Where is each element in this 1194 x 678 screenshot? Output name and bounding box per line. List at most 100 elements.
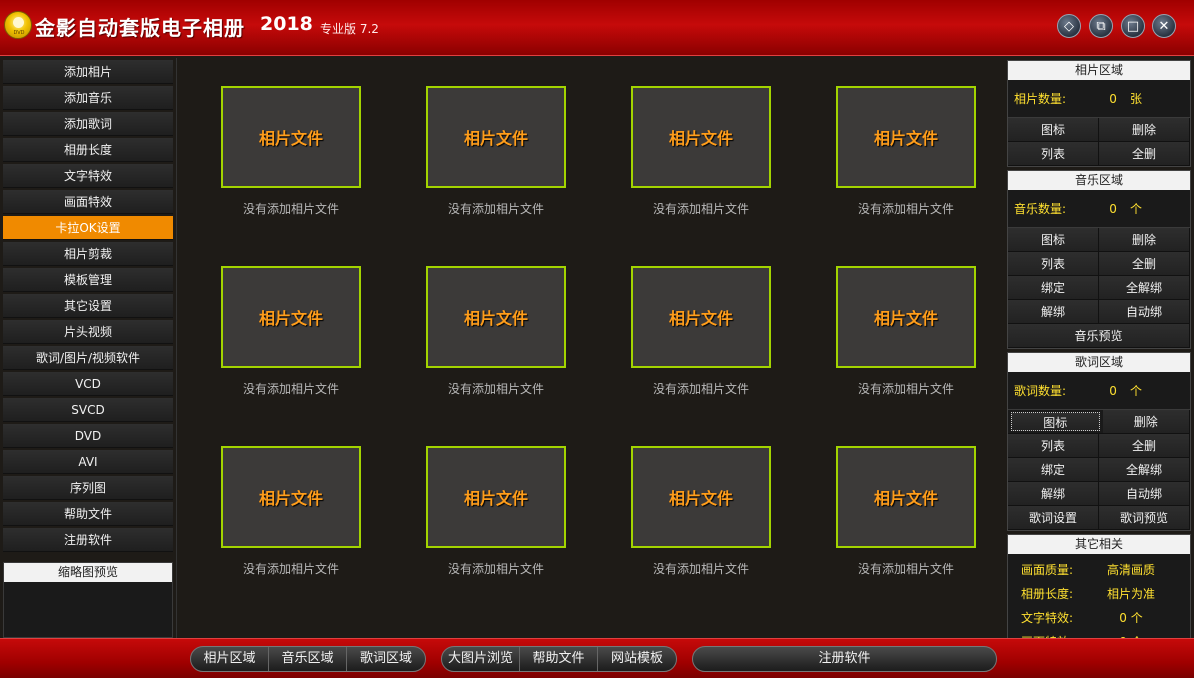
area-nav-group: 相片区域 音乐区域 歌词区域 (190, 646, 426, 672)
lyrics-btn[interactable]: 图标 (1011, 412, 1100, 431)
other-setting-value[interactable]: 相片为准 (1086, 585, 1176, 602)
music-btn[interactable]: 自动绑 (1099, 300, 1190, 323)
lyrics-area-button[interactable]: 歌词区域 (347, 647, 425, 671)
photo-slot[interactable]: 相片文件 (426, 266, 566, 368)
lyrics-btn[interactable]: 解绑 (1008, 482, 1099, 505)
restore-button[interactable]: ⧉ (1089, 14, 1113, 38)
music-section: 音乐区域 音乐数量: 0 个 图标 删除 列表 全删 绑定 全解绑 解绑 自动绑 音乐预览 (1007, 170, 1191, 349)
music-preview-button[interactable]: 音乐预览 (1008, 324, 1190, 347)
skin-button[interactable]: ◇ (1057, 14, 1081, 38)
sidebar-item[interactable]: 添加相片 (3, 60, 173, 84)
photo-slot-cell: 相片文件没有添加相片文件 (587, 86, 771, 217)
music-count-row: 音乐数量: 0 个 (1008, 190, 1190, 228)
sidebar-item[interactable]: 序列图 (3, 476, 173, 500)
sidebar-item[interactable]: 歌词/图片/视频软件 (3, 346, 173, 370)
photo-slot-caption: 没有添加相片文件 (447, 202, 544, 216)
sidebar-item[interactable]: 相片剪裁 (3, 242, 173, 266)
lyrics-btn[interactable]: 歌词预览 (1099, 506, 1190, 529)
photo-slot[interactable]: 相片文件 (836, 86, 976, 188)
photo-slot-cell: 相片文件 没有添加相片文件 (382, 446, 566, 577)
maximize-icon: □ (1126, 18, 1140, 34)
other-setting-key: 相册长度: (1020, 586, 1074, 601)
lyrics-btn[interactable]: 全解绑 (1099, 458, 1190, 481)
sidebar-item[interactable]: 帮助文件 (3, 502, 173, 526)
sidebar-item[interactable]: 添加歌词 (3, 112, 173, 136)
lyrics-btn[interactable]: 歌词设置 (1008, 506, 1099, 529)
photo-slot[interactable]: 相片文件 (221, 446, 361, 548)
photo-slot-cell: 相片文件没有添加相片文件 (177, 86, 361, 217)
photo-slot-label: 相片文件 (873, 309, 938, 328)
photo-slot[interactable]: 相片文件 (221, 86, 361, 188)
music-btn[interactable]: 解绑 (1008, 300, 1099, 323)
music-btn[interactable]: 全解绑 (1099, 276, 1190, 299)
photo-section-title: 相片区域 (1008, 61, 1190, 80)
sidebar-item[interactable]: 添加音乐 (3, 86, 173, 110)
sidebar-item[interactable]: 文字特效 (3, 164, 173, 188)
maximize-button[interactable]: □ (1121, 14, 1145, 38)
lyrics-btn[interactable]: 列表 (1008, 434, 1099, 457)
sidebar-item[interactable]: VCD (3, 372, 173, 396)
photo-area-button[interactable]: 相片区域 (191, 647, 269, 671)
lyrics-btn[interactable]: 自动绑 (1099, 482, 1190, 505)
sidebar-item[interactable]: AVI (3, 450, 173, 474)
lyrics-btn[interactable]: 全删 (1099, 434, 1190, 457)
music-btn[interactable]: 删除 (1099, 228, 1190, 251)
photo-slot-caption: 没有添加相片文件 (242, 202, 339, 216)
sidebar-item[interactable]: SVCD (3, 398, 173, 422)
music-button-row: 解绑 自动绑 (1008, 300, 1190, 324)
photo-slot[interactable]: 相片文件 (426, 86, 566, 188)
photo-slot-label: 相片文件 (668, 129, 733, 148)
sidebar-item[interactable]: 其它设置 (3, 294, 173, 318)
large-image-browse-button[interactable]: 大图片浏览 (442, 647, 520, 671)
music-btn[interactable]: 全删 (1099, 252, 1190, 275)
other-setting-row: 画面质量: 高清画质 (1008, 557, 1190, 581)
sidebar-item[interactable]: 注册软件 (3, 528, 173, 552)
photo-count-row: 相片数量: 0 张 (1008, 80, 1190, 118)
other-section-title: 其它相关 (1008, 535, 1190, 554)
photo-slot-label: 相片文件 (258, 489, 323, 508)
music-btn[interactable]: 绑定 (1008, 276, 1099, 299)
lyrics-section: 歌词区域 歌词数量: 0 个 图标 删除 列表 全删 绑定 全解绑 解绑 自动绑 歌词设置 歌词预… (1007, 352, 1191, 531)
sidebar-item[interactable]: DVD (3, 424, 173, 448)
photo-btn[interactable]: 删除 (1099, 118, 1190, 141)
photo-slot[interactable]: 相片文件 (221, 266, 361, 368)
register-button[interactable]: 注册软件 (693, 647, 996, 671)
other-setting-row: 文字特效: 0 个 (1008, 605, 1190, 629)
photo-btn[interactable]: 列表 (1008, 142, 1099, 165)
sidebar-item[interactable]: 片头视频 (3, 320, 173, 344)
help-file-button[interactable]: 帮助文件 (520, 647, 598, 671)
photo-slot-label: 相片文件 (463, 129, 528, 148)
photo-slot[interactable]: 相片文件 (631, 446, 771, 548)
photo-slot[interactable]: 相片文件 (631, 86, 771, 188)
photo-slot[interactable]: 相片文件 (426, 446, 566, 548)
photo-count: 0 (1109, 91, 1117, 106)
music-btn[interactable]: 图标 (1008, 228, 1099, 251)
music-area-button[interactable]: 音乐区域 (269, 647, 347, 671)
photo-btn[interactable]: 全删 (1099, 142, 1190, 165)
music-count: 0 (1109, 201, 1117, 216)
music-button-row: 绑定 全解绑 (1008, 276, 1190, 300)
lyrics-btn[interactable]: 删除 (1102, 410, 1190, 433)
sidebar-item[interactable]: 卡拉OK设置 (3, 216, 173, 240)
photo-slot-cell: 相片文件没有添加相片文件 (792, 446, 976, 577)
photo-slot[interactable]: 相片文件 (631, 266, 771, 368)
other-setting-key: 画面质量: (1020, 562, 1074, 577)
music-button-row: 列表 全删 (1008, 252, 1190, 276)
sidebar-item[interactable]: 相册长度 (3, 138, 173, 162)
photo-btn[interactable]: 图标 (1008, 118, 1099, 141)
sidebar-item[interactable]: 画面特效 (3, 190, 173, 214)
photo-slot[interactable]: 相片文件 (836, 266, 976, 368)
photo-slot-caption: 没有添加相片文件 (652, 202, 749, 216)
photo-slot-caption: 没有添加相片文件 (857, 562, 954, 576)
title-bar: DVD 金影自动套版电子相册 2018 专业版 7.2 ◇ ⧉ □ ✕ (0, 0, 1194, 56)
lyrics-btn[interactable]: 绑定 (1008, 458, 1099, 481)
app-logo: DVD (4, 11, 32, 39)
photo-slot-cell: 相片文件 没有添加相片文件 (587, 266, 771, 397)
website-template-button[interactable]: 网站模板 (598, 647, 676, 671)
music-btn[interactable]: 列表 (1008, 252, 1099, 275)
sidebar-item[interactable]: 模板管理 (3, 268, 173, 292)
other-setting-value[interactable]: 0 个 (1086, 609, 1176, 626)
close-button[interactable]: ✕ (1152, 14, 1176, 38)
other-setting-value[interactable]: 高清画质 (1086, 561, 1176, 578)
photo-slot[interactable]: 相片文件 (836, 446, 976, 548)
